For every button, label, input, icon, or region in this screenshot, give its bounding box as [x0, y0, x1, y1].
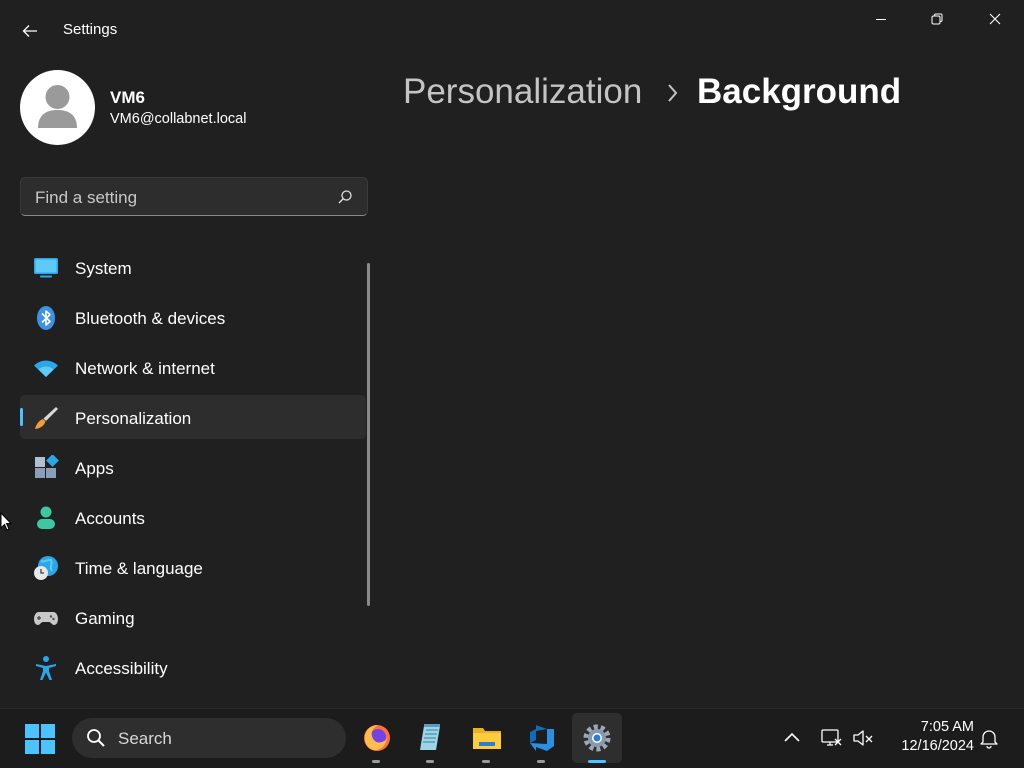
accounts-icon [37, 506, 55, 529]
sidebar-item-label: Time & language [75, 559, 203, 578]
page-title: Background [697, 72, 902, 111]
user-name: VM6 [110, 88, 145, 107]
volume-muted-icon[interactable] [852, 727, 874, 749]
taskbar-app-firefox[interactable] [352, 713, 402, 763]
taskbar-app-settings[interactable] [572, 713, 622, 763]
chevron-up-icon[interactable] [781, 727, 803, 749]
network-icon[interactable] [820, 727, 842, 749]
find-setting-input[interactable] [33, 186, 327, 210]
clock-time: 7:05 AM [920, 719, 974, 735]
system-icon [34, 258, 58, 278]
find-setting-box[interactable] [20, 177, 368, 216]
sidebar-item-personalization[interactable]: Personalization [20, 395, 366, 439]
sidebar-item-network-internet[interactable]: Network & internet [20, 345, 366, 389]
sidebar-item-gaming[interactable]: Gaming [20, 595, 366, 639]
running-indicator [482, 760, 490, 763]
back-button[interactable] [14, 17, 46, 45]
avatar[interactable] [20, 70, 95, 145]
close-icon [989, 13, 1001, 25]
user-email: VM6@collabnet.local [110, 111, 247, 127]
running-indicator [588, 760, 606, 763]
taskbar-app-file-explorer[interactable] [462, 713, 512, 763]
running-indicator [372, 760, 380, 763]
sidebar-item-label: Personalization [75, 409, 192, 428]
restore-button[interactable] [914, 2, 960, 36]
sidebar-item-accessibility[interactable]: Accessibility [20, 645, 366, 689]
notepad-icon [420, 724, 440, 750]
taskbar-search-label: Search [118, 729, 172, 748]
firefox-icon [364, 725, 390, 751]
sidebar-scrollbar[interactable] [367, 263, 370, 606]
wifi-icon [34, 360, 58, 377]
sidebar-item-label: Network & internet [75, 359, 215, 378]
sidebar-item-label: Accounts [75, 509, 145, 528]
windows-logo-icon [25, 724, 55, 754]
taskbar-app-notepad[interactable] [406, 713, 456, 763]
taskbar-search[interactable]: Search [72, 718, 346, 758]
chevron-right-icon [668, 84, 678, 102]
restore-icon [931, 13, 943, 25]
selection-indicator [20, 408, 23, 426]
minimize-icon [876, 19, 886, 20]
close-button[interactable] [972, 2, 1018, 36]
sidebar-item-label: System [75, 259, 132, 278]
breadcrumb-parent[interactable]: Personalization [403, 72, 642, 112]
title-bar: Settings [0, 0, 1024, 60]
user-silhouette-icon [38, 85, 77, 128]
notification-bell-icon[interactable] [978, 727, 1000, 749]
settings-icon [583, 724, 611, 752]
back-arrow-icon [22, 25, 37, 37]
clock-date: 12/16/2024 [901, 738, 974, 754]
sidebar-item-label: Gaming [75, 609, 135, 628]
sidebar-item-label: Bluetooth & devices [75, 309, 226, 328]
sidebar-item-system[interactable]: System [20, 245, 366, 289]
azure-devops-icon [530, 725, 554, 751]
gamepad-icon [34, 612, 58, 625]
apps-icon [35, 455, 59, 478]
start-button[interactable] [20, 719, 60, 759]
running-indicator [426, 760, 434, 763]
sidebar-item-apps[interactable]: Apps [20, 445, 366, 489]
accessibility-icon [36, 656, 56, 680]
settings-window: Settings VM6 VM6@collabnet.local Find a … [0, 0, 1024, 708]
sidebar-item-bluetooth-devices[interactable]: Bluetooth & devices [20, 295, 366, 339]
mouse-cursor-icon [0, 512, 13, 531]
file-explorer-icon [473, 728, 501, 749]
sidebar-item-accounts[interactable]: Accounts [20, 495, 366, 539]
minimize-button[interactable] [858, 2, 904, 36]
sidebar-item-label: Apps [75, 459, 114, 478]
sidebar-item-label: Accessibility [75, 659, 168, 678]
window-title: Settings [63, 21, 118, 38]
paintbrush-icon [35, 407, 58, 429]
bluetooth-icon [37, 306, 55, 330]
taskbar-app-azure-devops[interactable] [517, 713, 567, 763]
clock[interactable]: 7:05 AM 12/16/2024 [884, 719, 974, 754]
search-icon [87, 729, 105, 747]
taskbar: Search 7:05 AM 12/16/2024 [0, 708, 1024, 768]
search-icon[interactable] [337, 189, 353, 205]
time-language-icon [34, 556, 58, 580]
sidebar-item-time-language[interactable]: Time & language [20, 545, 366, 589]
running-indicator [537, 760, 545, 763]
